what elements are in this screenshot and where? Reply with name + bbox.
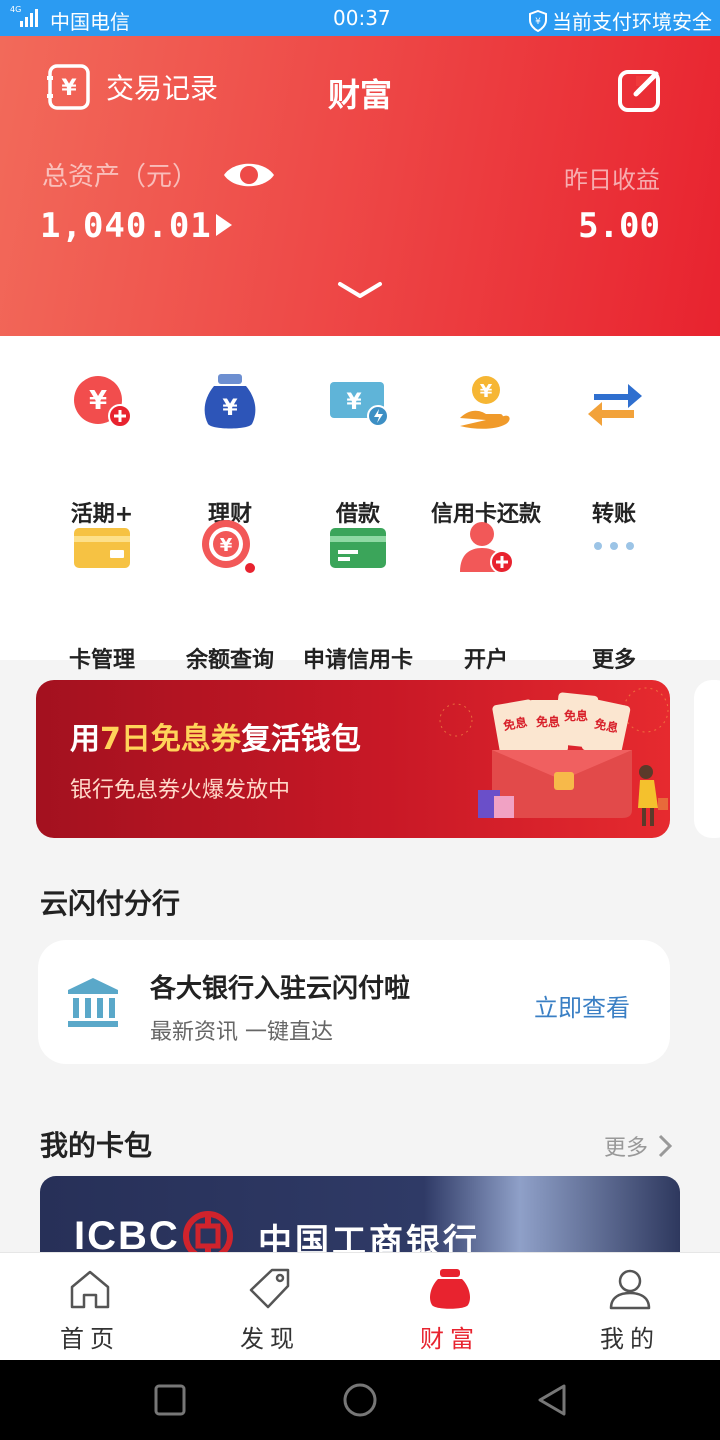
svg-text:¥: ¥ [535,17,541,27]
svg-text:¥: ¥ [346,390,362,415]
quick-action-card-manage[interactable]: 卡管理 [38,518,166,673]
branch-headline: 各大银行入驻云闪付啦 [150,974,411,1004]
edit-icon[interactable] [616,66,664,114]
current-plus-icon: ¥ [74,376,132,428]
quick-action-wealth[interactable]: ¥ 理财 [166,372,294,527]
coupon-text: 免息 [564,708,588,723]
tab-label: 我的 [600,1325,660,1353]
branch-section-title: 云闪付分行 [40,887,181,920]
view-now-link[interactable]: 立即查看 [534,988,630,1023]
total-assets-label: 总资产（元） [42,162,199,192]
tab-discover[interactable]: 发现 [180,1253,360,1361]
recents-square-icon[interactable] [152,1382,188,1418]
tab-mine[interactable]: 我的 [540,1253,720,1361]
quick-action-card-repay[interactable]: ¥ 信用卡还款 [422,372,550,527]
banner-title: 用7日免息券复活钱包 [70,722,361,757]
bottom-tab-bar: 首页 发现 财富 我的 [0,1252,720,1360]
more-dots-icon [594,542,634,550]
user-icon [609,1269,651,1310]
home-circle-icon[interactable] [342,1382,378,1418]
chevron-down-icon[interactable] [336,278,384,302]
quick-action-transfer[interactable]: 转账 [550,372,678,527]
tab-label: 首页 [60,1325,120,1353]
tag-icon [249,1268,290,1309]
quick-action-label: 更多 [591,648,636,673]
total-assets-value[interactable]: 1,040.01 [40,206,212,246]
signal-icon: 4G [8,5,38,27]
wealth-bag-icon [430,1269,470,1309]
red-wallet-illustration: 免息 免息 免息 免息 [439,687,669,826]
apply-card-icon [330,528,386,568]
balance-query-icon: ¥ [202,520,255,573]
quick-action-label: 申请信用卡 [302,648,413,673]
banner-title-highlight: 7日免息券 [100,722,241,757]
quick-action-balance-query[interactable]: ¥ 余额查询 [166,518,294,673]
svg-text:¥: ¥ [222,396,238,421]
next-banner-peek[interactable] [694,680,720,838]
payment-safety-indicator: ¥ 当前支付环境安全 [528,6,712,35]
svg-text:¥: ¥ [89,386,107,416]
quick-action-open-account[interactable]: 开户 [422,518,550,673]
wealth-header: ¥ 交易记录 财富 总资产（元） 1,040.01 昨日收益 5.00 [0,36,720,336]
card-wallet-title: 我的卡包 [40,1129,153,1162]
loan-icon: ¥ [330,382,388,427]
tab-label: 发现 [240,1325,300,1353]
tab-home[interactable]: 首页 [0,1253,180,1361]
home-icon [70,1270,110,1309]
quick-action-more[interactable]: 更多 [550,518,678,673]
quick-action-loan[interactable]: ¥ 借款 [294,372,422,527]
tab-label: 财富 [420,1325,480,1353]
chevron-right-icon [658,1134,672,1158]
transfer-icon [588,384,642,426]
safety-text: 当前支付环境安全 [552,10,712,34]
banner-subtitle: 银行免息券火爆发放中 [70,778,291,803]
tab-wealth[interactable]: 财富 [360,1253,540,1361]
open-account-icon [460,522,514,574]
promo-banner[interactable]: 用7日免息券复活钱包 银行免息券火爆发放中 免息 免息 免息 免息 [36,680,670,838]
status-bar: 4G 中国电信 00:37 ¥ 当前支付环境安全 [0,0,720,36]
yesterday-income-value: 5.00 [578,206,660,246]
yesterday-income-label: 昨日收益 [564,166,660,194]
quick-action-current-plus[interactable]: ¥ 活期+ [38,372,166,527]
quick-action-apply-card[interactable]: 申请信用卡 [294,518,422,673]
clock: 00:37 [333,6,391,30]
card-wallet-more-link[interactable]: 更多 [604,1130,672,1162]
branch-subline: 最新资讯 一键直达 [150,1020,333,1045]
more-label: 更多 [603,1136,648,1161]
coupon-text: 免息 [536,714,560,729]
svg-text:¥: ¥ [220,535,233,556]
system-nav-bar [0,1360,720,1440]
quick-action-label: 余额查询 [185,648,274,673]
svg-text:¥: ¥ [480,381,493,402]
back-triangle-icon[interactable] [534,1382,570,1418]
eye-icon[interactable] [222,156,276,194]
expand-arrow-icon[interactable] [216,214,232,236]
money-bag-icon: ¥ [204,374,256,429]
card-manage-icon [74,528,130,568]
shield-icon: ¥ [529,9,547,32]
card-repay-icon: ¥ [460,376,510,429]
page-title: 财富 [327,76,392,114]
bank-building-icon [68,978,118,1027]
quick-action-label: 开户 [463,648,508,673]
branch-news-card[interactable]: 各大银行入驻云闪付啦 最新资讯 一键直达 立即查看 [38,940,670,1064]
carrier-label: 中国电信 [50,10,130,34]
quick-actions-grid: ¥ 活期+ ¥ 理财 ¥ 借款 ¥ 信用卡还款 转账 卡管理 ¥ 余额查询 申请… [0,336,720,673]
quick-action-label: 卡管理 [68,648,135,673]
